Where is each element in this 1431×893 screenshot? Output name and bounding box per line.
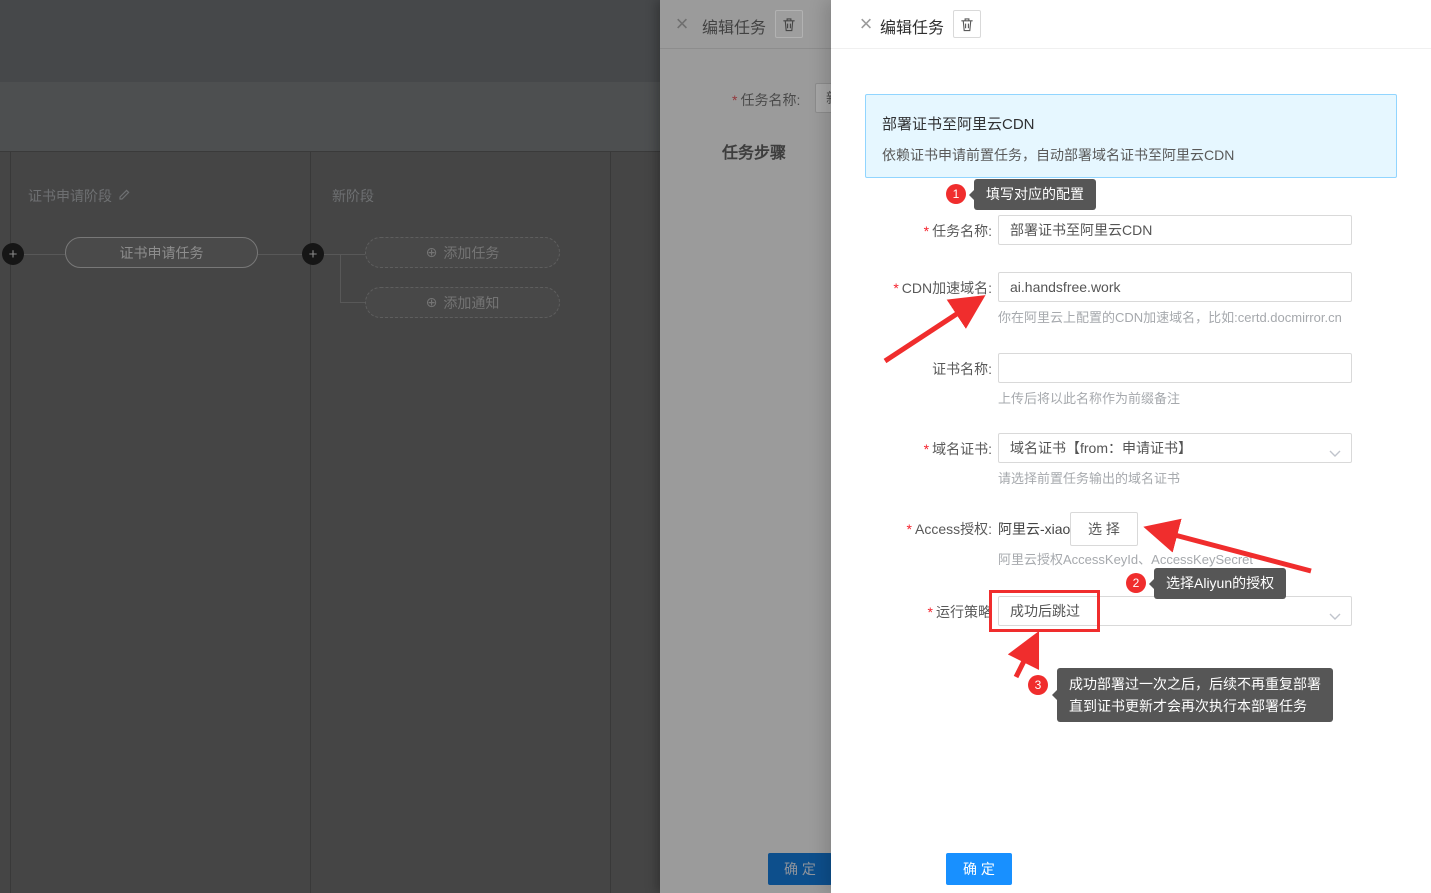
required-mark: * (732, 92, 737, 108)
add-task-button[interactable]: ⊕ 添加任务 (365, 237, 560, 268)
edit-task-drawer: × 编辑任务 部署证书至阿里云CDN 依赖证书申请前置任务，自动部署域名证书至阿… (831, 0, 1431, 893)
badge-number: 2 (1133, 576, 1140, 590)
add-notify-button[interactable]: ⊕ 添加通知 (365, 287, 560, 318)
annotation-tooltip-2: 选择Aliyun的授权 (1154, 568, 1286, 599)
close-icon[interactable]: × (671, 9, 693, 39)
stage-title-text: 证书申请阶段 (28, 186, 112, 206)
drawer-title: 编辑任务 (702, 14, 766, 38)
cert-name-label: 证书名称: (932, 359, 992, 379)
close-glyph: × (860, 11, 873, 37)
connector-line (340, 254, 341, 302)
trash-icon (782, 17, 796, 32)
run-strategy-label: *运行策略 (928, 602, 992, 622)
label-text: 任务名称: (740, 92, 800, 108)
task-name-input[interactable] (998, 215, 1352, 245)
cdn-domain-label: *CDN加速域名: (893, 278, 992, 298)
required-mark: * (924, 441, 929, 457)
domain-cert-select[interactable]: 域名证书【from：申请证书】 (998, 433, 1352, 463)
annotation-arrow-1 (885, 300, 978, 361)
connector-line (258, 254, 302, 255)
plus-icon: + (9, 247, 18, 262)
cdn-domain-help: 你在阿里云上配置的CDN加速域名，比如:certd.docmirror.cn (998, 307, 1342, 326)
domain-cert-help: 请选择前置任务输出的域名证书 (998, 468, 1180, 487)
plugin-info-box: 部署证书至阿里云CDN 依赖证书申请前置任务，自动部署域名证书至阿里云CDN (865, 94, 1397, 178)
stage-title-cert-request: 证书申请阶段 (28, 186, 130, 206)
task-node-label: 证书申请任务 (120, 243, 204, 263)
connector-line (340, 302, 365, 303)
access-auth-label: *Access授权: (907, 519, 992, 539)
pipeline-edit-screen: 证书申请阶段 新阶段 + + 证书申请任务 ⊕ 添加任务 ⊕ 添加通知 (0, 0, 1431, 893)
badge-number: 3 (1035, 678, 1042, 692)
label-text: 任务名称: (932, 223, 992, 239)
required-mark: * (893, 280, 898, 296)
plugin-info-description: 依赖证书申请前置任务，自动部署域名证书至阿里云CDN (882, 145, 1234, 165)
select-value: 成功后跳过 (1010, 601, 1080, 621)
label-text: 域名证书: (932, 441, 992, 457)
cert-name-help: 上传后将以此名称作为前缀备注 (998, 388, 1180, 407)
badge-number: 1 (953, 187, 960, 201)
required-mark: * (928, 604, 933, 620)
label-text: 运行策略 (936, 604, 992, 620)
plugin-info-title: 部署证书至阿里云CDN (882, 113, 1035, 134)
annotation-tooltip-1: 填写对应的配置 (974, 179, 1096, 210)
task-name-label: *任务名称: (732, 90, 800, 110)
delete-task-button[interactable] (775, 10, 803, 38)
required-mark: * (907, 521, 912, 537)
access-choose-button[interactable]: 选 择 (1070, 512, 1138, 546)
cert-name-input[interactable] (998, 353, 1352, 383)
required-mark: * (924, 223, 929, 239)
stage-title-text: 新阶段 (332, 186, 374, 206)
confirm-button[interactable]: 确 定 (946, 853, 1012, 885)
annotation-badge-3: 3 (1028, 675, 1048, 695)
label-text: CDN加速域名: (902, 280, 992, 296)
add-notify-label: 添加通知 (443, 293, 499, 313)
add-stage-button[interactable]: + (302, 243, 324, 265)
run-strategy-select[interactable]: 成功后跳过 (998, 596, 1352, 626)
chevron-down-icon (1329, 608, 1341, 624)
chevron-down-icon (1329, 445, 1341, 461)
drawer-title: 编辑任务 (880, 14, 944, 38)
stage-title-new-stage: 新阶段 (332, 186, 374, 206)
edit-pencil-icon[interactable] (118, 188, 130, 204)
access-auth-value: 阿里云-xiao (998, 519, 1070, 539)
trash-icon (960, 17, 974, 32)
tooltip-line: 直到证书更新才会再次执行本部署任务 (1069, 695, 1321, 717)
tooltip-line: 成功部署过一次之后，后续不再重复部署 (1069, 673, 1321, 695)
connector-line (324, 254, 365, 255)
plus-icon: + (309, 247, 318, 262)
circle-plus-icon: ⊕ (426, 244, 438, 261)
close-glyph: × (676, 11, 689, 37)
close-icon[interactable]: × (855, 9, 877, 39)
domain-cert-label: *域名证书: (924, 439, 992, 459)
access-auth-help: 阿里云授权AccessKeyId、AccessKeySecret (998, 549, 1253, 568)
annotation-arrow-3 (1016, 639, 1035, 677)
delete-task-button[interactable] (953, 10, 981, 38)
circle-plus-icon: ⊕ (426, 294, 438, 311)
label-text: 证书名称: (932, 361, 992, 377)
add-stage-button[interactable]: + (2, 243, 24, 265)
connector-line (24, 254, 65, 255)
confirm-button-behind[interactable]: 确 定 (768, 853, 832, 885)
task-name-label: *任务名称: (924, 221, 992, 241)
cdn-domain-input[interactable] (998, 272, 1352, 302)
select-value: 域名证书【from：申请证书】 (1010, 438, 1192, 458)
task-steps-section-title: 任务步骤 (722, 139, 786, 163)
annotation-tooltip-3: 成功部署过一次之后，后续不再重复部署 直到证书更新才会再次执行本部署任务 (1057, 668, 1333, 722)
add-task-label: 添加任务 (443, 243, 499, 263)
task-node-cert-request[interactable]: 证书申请任务 (65, 237, 258, 268)
label-text: Access授权: (915, 521, 992, 537)
